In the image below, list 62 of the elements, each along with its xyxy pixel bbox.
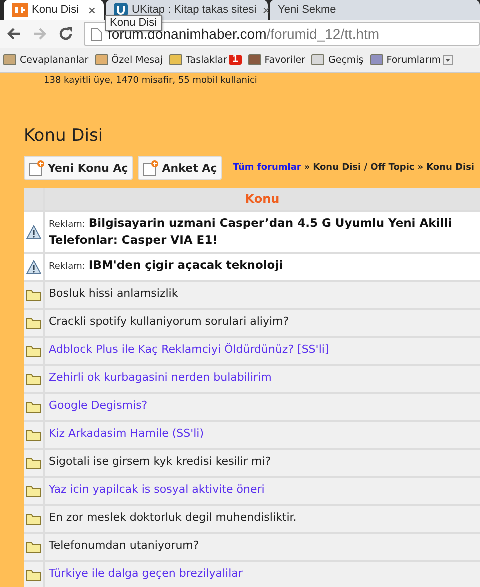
reload-icon[interactable] <box>58 26 74 42</box>
folder-icon <box>26 316 42 330</box>
folder-icon <box>26 288 42 302</box>
breadcrumb-separator: » <box>418 163 424 173</box>
bookmark-icon <box>169 53 184 67</box>
count-badge: 1 <box>229 55 242 65</box>
close-icon[interactable]: × <box>88 2 96 18</box>
topic-link[interactable]: Zehirli ok kurbagasini nerden bulabilirim <box>49 371 272 384</box>
breadcrumb-separator: » <box>304 163 310 173</box>
action-button[interactable]: Yeni Konu Aç <box>24 156 134 180</box>
tab-title: UKitap : Kitap takas sitesi <box>132 4 257 16</box>
topic-link[interactable]: Google Degismis? <box>49 399 148 412</box>
bookmark-item[interactable]: Taslaklar 1 <box>169 53 242 67</box>
tooltip: Konu Disi <box>105 15 162 31</box>
bookmark-item[interactable]: Forumlarım <box>370 53 454 67</box>
breadcrumb-link[interactable]: Tüm forumlar <box>233 163 302 173</box>
warning-icon <box>26 260 42 274</box>
topic-link[interactable]: Bosluk hissi anlamsizlik <box>49 287 178 300</box>
url-path: /forumid_12/tt.htm <box>266 26 380 42</box>
folder-icon <box>26 512 42 526</box>
warning-icon <box>26 224 42 240</box>
folder-icon <box>26 372 42 386</box>
folder-icon <box>26 400 42 414</box>
topic-link[interactable]: Türkiye ile dalga geçen brezilyalilar <box>49 567 243 580</box>
page-icon <box>91 28 102 40</box>
bookmark-item[interactable]: Favoriler <box>248 53 306 67</box>
topic-link[interactable]: Telefonumdan utaniyorum? <box>49 539 200 552</box>
bookmark-icon <box>248 53 263 67</box>
breadcrumb-link[interactable]: Konu Disi / Off Topic <box>313 163 415 173</box>
folder-icon <box>26 568 42 582</box>
online-stats: 138 kayitli üye, 1470 misafir, 55 mobil kullanici <box>43 75 258 86</box>
breadcrumb-link[interactable]: Konu Disi <box>426 163 475 173</box>
page-title: Konu Disi <box>24 126 104 146</box>
topic-link[interactable]: En zor meslek doktorluk degil muhendisliktir. <box>49 511 297 524</box>
add-icon <box>29 160 45 176</box>
topic-link[interactable]: Kiz Arkadasim Hamile (SS'li) <box>49 427 204 440</box>
topic-link[interactable]: Crackli spotify kullaniyorum sorulari aliyim? <box>49 315 290 328</box>
topic-link[interactable]: Yaz icin yapilcak is sosyal aktivite öneri <box>49 483 265 496</box>
folder-icon <box>26 456 42 470</box>
folder-icon <box>26 344 42 358</box>
column-header: Konu <box>45 188 480 210</box>
folder-icon <box>26 540 42 554</box>
action-button[interactable]: Anket Aç <box>138 156 222 180</box>
folder-icon <box>26 484 42 498</box>
bookmark-item[interactable]: Cevaplananlar <box>3 53 89 67</box>
tab-title: Yeni Sekme <box>278 4 338 16</box>
site-logo-icon <box>12 3 28 17</box>
folder-icon <box>26 428 42 442</box>
dropdown-icon[interactable] <box>443 55 454 65</box>
bookmark-icon <box>94 53 110 67</box>
back-icon[interactable] <box>6 27 22 41</box>
bookmark-item[interactable]: Özel Mesaj <box>94 53 164 67</box>
bookmark-item[interactable]: Geçmiş <box>311 53 364 67</box>
bookmark-icon <box>370 53 385 67</box>
add-icon <box>143 160 160 176</box>
topic-link[interactable]: Sigotali ise girsem kyk kredisi kesilir mi? <box>49 455 272 468</box>
bookmark-icon <box>3 53 18 67</box>
tab-title: Konu Disi <box>32 4 80 16</box>
topic-link[interactable]: Adblock Plus ile Kaç Reklamciyi Öldürdünüz? [SS'li] <box>49 343 330 356</box>
browser-tab[interactable]: Yeni Sekme <box>270 0 480 20</box>
bookmark-icon <box>311 53 326 67</box>
browser-tab[interactable]: Konu Disi × <box>4 0 104 20</box>
